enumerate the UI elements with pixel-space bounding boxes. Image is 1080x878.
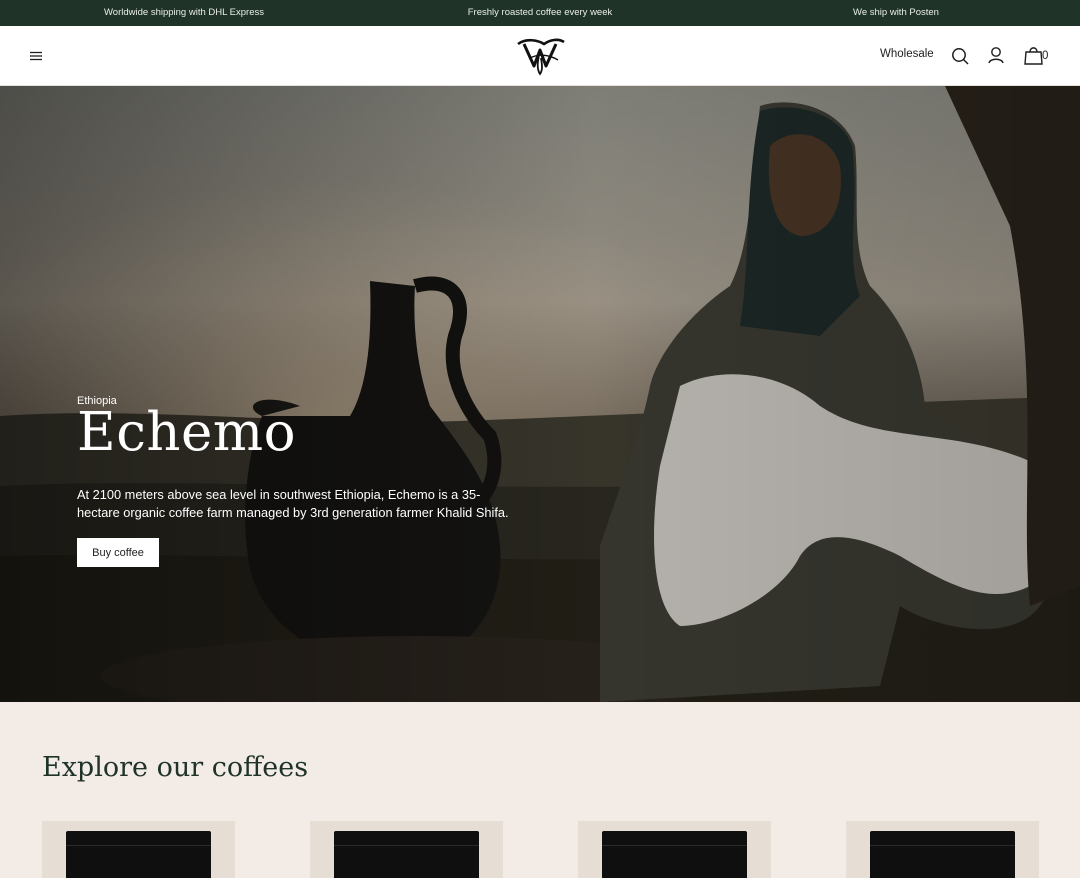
product-card[interactable] <box>310 821 503 878</box>
user-icon[interactable] <box>986 45 1006 65</box>
product-card[interactable] <box>42 821 235 878</box>
coffee-bag-image <box>334 831 479 878</box>
hamburger-menu-icon[interactable] <box>28 49 44 63</box>
coffee-bag-image <box>602 831 747 878</box>
brand-logo[interactable] <box>512 34 568 78</box>
hero-title: Echemo <box>77 402 297 463</box>
site-header: Wholesale 0 <box>0 26 1080 86</box>
product-card[interactable] <box>846 821 1039 878</box>
announcement-shipping-dhl: Worldwide shipping with DHL Express <box>104 7 264 18</box>
hero-image <box>0 86 1080 702</box>
buy-coffee-button[interactable]: Buy coffee <box>77 538 159 567</box>
announcement-fresh-roast: Freshly roasted coffee every week <box>467 7 613 18</box>
cart-count: 0 <box>1042 50 1049 62</box>
coffee-bag-image <box>870 831 1015 878</box>
hero-banner: Ethiopia Echemo At 2100 meters above sea… <box>0 86 1080 702</box>
announcement-posten: We ship with Posten <box>853 7 939 18</box>
coffee-bag-image <box>66 831 211 878</box>
hero-description: At 2100 meters above sea level in southw… <box>77 487 509 520</box>
explore-heading: Explore our coffees <box>42 752 309 783</box>
shopping-bag-icon <box>1024 47 1043 65</box>
announcement-bar: Worldwide shipping with DHL Express Fres… <box>0 0 1080 26</box>
search-icon[interactable] <box>950 46 970 66</box>
product-card[interactable] <box>578 821 771 878</box>
wholesale-link[interactable]: Wholesale <box>880 48 934 60</box>
